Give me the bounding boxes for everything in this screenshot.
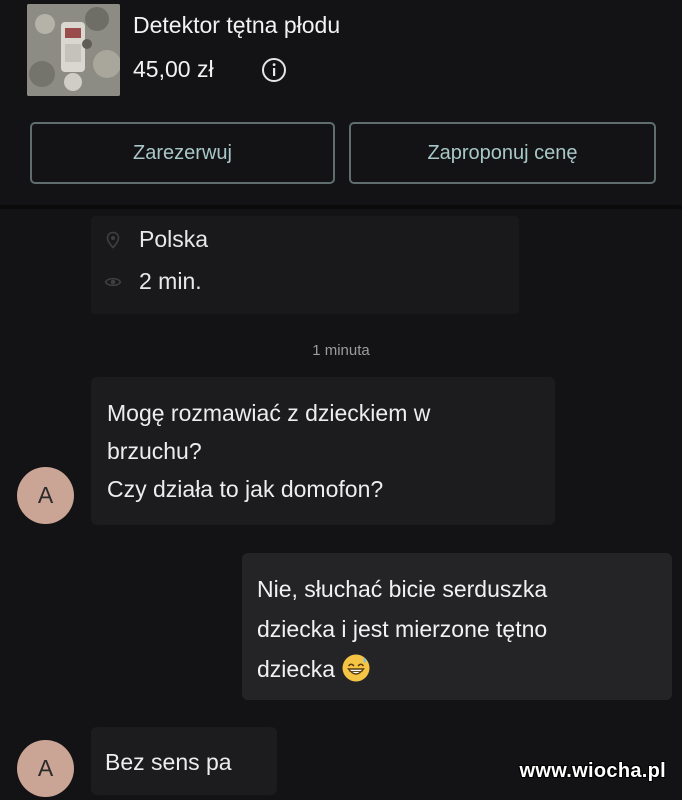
grinning-sweat-emoji-icon bbox=[342, 654, 370, 682]
listing-views-time: 2 min. bbox=[104, 268, 202, 295]
reserve-button[interactable]: Zarezerwuj bbox=[30, 122, 335, 184]
location-text: Polska bbox=[139, 226, 209, 252]
avatar[interactable]: A bbox=[17, 467, 74, 524]
location-pin-icon bbox=[106, 231, 120, 249]
message-text-line: Bez sens pa bbox=[105, 749, 232, 775]
info-circle-icon[interactable] bbox=[261, 57, 287, 83]
listing-location: Polska bbox=[104, 226, 208, 253]
listing-info-card: Polska 2 min. bbox=[91, 216, 519, 314]
message-text-line: dziecka bbox=[257, 656, 335, 682]
chat-timestamp: 1 minuta bbox=[312, 342, 370, 359]
product-header: Detektor tętna płodu 45,00 zł bbox=[0, 0, 682, 110]
divider bbox=[0, 205, 682, 209]
message-text-line: Mogę rozmawiać z dzieckiem w bbox=[107, 400, 431, 426]
message-text-line: dziecka i jest mierzone tętno bbox=[257, 616, 548, 642]
message-text-line: Nie, słuchać bicie serduszka bbox=[257, 576, 548, 602]
views-time-text: 2 min. bbox=[139, 268, 202, 294]
product-title: Detektor tętna płodu bbox=[133, 12, 341, 38]
message-text-line: brzuchu? bbox=[107, 438, 202, 464]
eye-icon bbox=[104, 277, 122, 286]
message-bubble-outgoing[interactable]: Nie, słuchać bicie serduszka dziecka i j… bbox=[242, 553, 672, 700]
product-price: 45,00 zł bbox=[133, 56, 214, 82]
make-offer-button[interactable]: Zaproponuj cenę bbox=[349, 122, 656, 184]
message-bubble-incoming[interactable]: Mogę rozmawiać z dzieckiem w brzuchu? Cz… bbox=[91, 377, 555, 525]
site-watermark: www.wiocha.pl bbox=[519, 760, 666, 782]
message-text-line: Czy działa to jak domofon? bbox=[107, 476, 384, 502]
product-thumbnail[interactable] bbox=[27, 4, 120, 96]
message-bubble-incoming[interactable]: Bez sens pa bbox=[91, 727, 277, 795]
avatar[interactable]: A bbox=[17, 740, 74, 797]
